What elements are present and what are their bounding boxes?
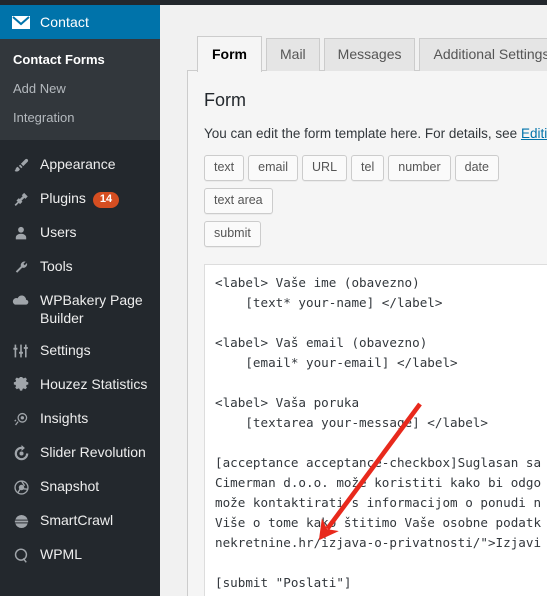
- sidebar-item-label: Slider Revolution: [40, 444, 146, 460]
- sliders-icon: [11, 341, 31, 361]
- submenu-item-contact-forms[interactable]: Contact Forms: [0, 45, 160, 74]
- sidebar-item-insights[interactable]: Insights: [0, 402, 160, 436]
- tab-form[interactable]: Form: [197, 36, 262, 72]
- tab-additional-settings[interactable]: Additional Settings: [419, 38, 547, 71]
- sidebar-item-houzez-statistics[interactable]: Houzez Statistics: [0, 368, 160, 402]
- sidebar-item-slider-revolution[interactable]: Slider Revolution: [0, 436, 160, 470]
- sidebar-item-settings[interactable]: Settings: [0, 334, 160, 368]
- sidebar-menu-list: Appearance Plugins 14 Users Tools WPBake…: [0, 140, 160, 572]
- aperture-icon: [11, 477, 31, 497]
- sidebar-item-wpml[interactable]: WPML: [0, 538, 160, 572]
- globe-icon: [11, 545, 31, 565]
- sidebar-item-plugins[interactable]: Plugins 14: [0, 182, 160, 216]
- sidebar-item-label: Users: [40, 224, 77, 240]
- refresh-icon: [11, 443, 31, 463]
- sidebar-item-wpbakery-page-builder[interactable]: WPBakery Page Builder: [0, 284, 160, 334]
- sidebar-item-appearance[interactable]: Appearance: [0, 148, 160, 182]
- sidebar-item-label: Houzez Statistics: [40, 376, 148, 392]
- brush-icon: [11, 155, 31, 175]
- user-icon: [11, 223, 31, 243]
- tag-button-url[interactable]: URL: [302, 155, 348, 181]
- envelope-icon: [12, 15, 30, 29]
- contact-submenu: Contact Forms Add New Integration: [0, 39, 160, 140]
- cloud-icon: [11, 291, 31, 311]
- tab-messages[interactable]: Messages: [323, 38, 416, 71]
- wordpress-admin-screen: Contact Contact Forms Add New Integratio…: [0, 0, 547, 596]
- gear-icon: [11, 375, 31, 395]
- sidebar-item-label: Snapshot: [40, 478, 100, 494]
- form-description-text: You can edit the form template here. For…: [204, 126, 521, 141]
- tag-button-number[interactable]: number: [388, 155, 451, 181]
- tag-button-tel[interactable]: tel: [351, 155, 385, 181]
- admin-content: Form Mail Messages Additional Settings F…: [160, 0, 547, 596]
- tag-button-text-area[interactable]: text area: [204, 188, 273, 214]
- form-template-code: <label> Vaše ime (obavezno) [text* your-…: [215, 275, 542, 590]
- submenu-item-add-new[interactable]: Add New: [0, 74, 160, 103]
- plug-icon: [11, 189, 31, 209]
- tag-button-text[interactable]: text: [204, 155, 245, 181]
- wrench-icon: [11, 257, 31, 277]
- plugins-update-badge: 14: [92, 192, 120, 208]
- sidebar-item-smartcrawl[interactable]: SmartCrawl: [0, 504, 160, 538]
- sidebar-item-label: Appearance: [40, 156, 116, 172]
- sidebar-item-users[interactable]: Users: [0, 216, 160, 250]
- tag-button-date[interactable]: date: [454, 155, 499, 181]
- sidebar-item-snapshot[interactable]: Snapshot: [0, 470, 160, 504]
- form-tag-buttons: text email URL tel number date text area submit: [204, 155, 547, 254]
- form-template-editor[interactable]: <label> Vaše ime (obavezno) [text* your-…: [204, 264, 547, 596]
- sidebar-item-tools[interactable]: Tools: [0, 250, 160, 284]
- editing-form-template-link[interactable]: Editing: [521, 126, 547, 141]
- sidebar-item-label: WPBakery Page Builder: [40, 292, 143, 326]
- submenu-pointer-icon: [160, 14, 168, 30]
- sidebar-item-label: Insights: [40, 410, 89, 426]
- sidebar-item-label: SmartCrawl: [40, 512, 114, 528]
- submenu-item-integration[interactable]: Integration: [0, 103, 160, 132]
- sidebar-item-contact[interactable]: Contact: [0, 5, 168, 39]
- form-description: You can edit the form template here. For…: [204, 125, 547, 143]
- contact-form-tabs: Form Mail Messages Additional Settings: [197, 36, 547, 72]
- tag-button-submit[interactable]: submit: [204, 221, 261, 247]
- admin-sidebar: Contact Contact Forms Add New Integratio…: [0, 0, 168, 596]
- sidebar-item-label: WPML: [40, 546, 82, 562]
- page-title: Form: [204, 90, 246, 110]
- sidebar-item-label: Contact: [40, 14, 89, 30]
- stack-icon: [11, 511, 31, 531]
- admin-bar: [0, 0, 547, 5]
- tag-button-email[interactable]: email: [248, 155, 299, 181]
- form-panel: Form You can edit the form template here…: [187, 70, 547, 596]
- tab-mail[interactable]: Mail: [266, 38, 320, 71]
- sidebar-item-label: Plugins 14: [40, 189, 120, 208]
- insights-icon: [11, 409, 31, 429]
- sidebar-item-label: Settings: [40, 342, 91, 358]
- sidebar-item-label: Tools: [40, 258, 73, 274]
